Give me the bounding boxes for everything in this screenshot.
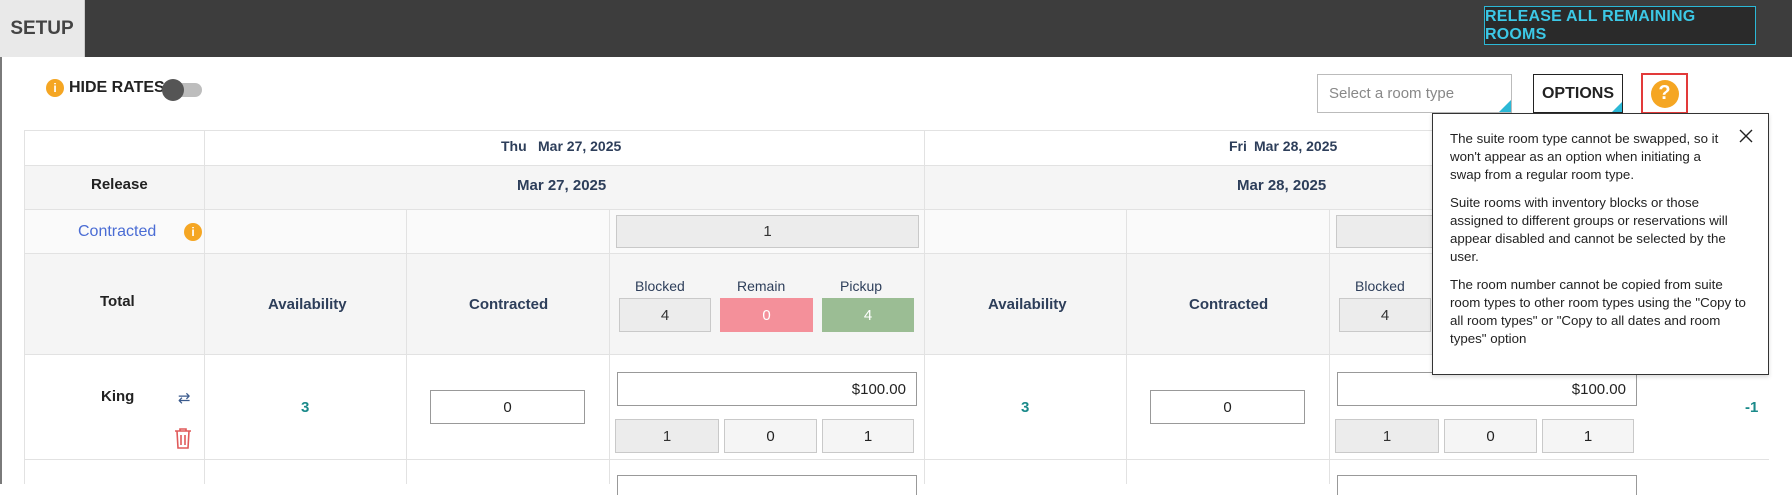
help-button[interactable]: ? [1641,73,1688,114]
next-row-rate-input[interactable] [617,475,917,495]
king-remain: 0 [724,419,817,453]
king-remain: 0 [1444,419,1537,453]
tooltip-paragraph: The suite room type cannot be swapped, s… [1450,131,1719,182]
hide-rates-toggle[interactable] [162,79,202,101]
question-icon: ? [1650,79,1679,108]
next-row-rate-input[interactable] [1337,475,1637,495]
swap-icon[interactable]: ⇄ [178,389,191,407]
king-pickup: 1 [1542,419,1634,453]
left-divider [0,57,2,484]
room-type-label: King [101,388,135,405]
help-tooltip: The suite room type cannot be swapped, s… [1432,113,1769,375]
contracted-header: Contracted [1189,296,1269,313]
availability-header: Availability [268,296,347,313]
king-availability: 3 [301,399,310,416]
room-type-select[interactable]: Select a room type [1317,74,1512,113]
tooltip-paragraph: The room number cannot be copied from su… [1450,277,1746,346]
info-icon[interactable]: i [46,79,64,97]
availability-header: Availability [988,296,1067,313]
blocked-total: 4 [619,298,711,332]
trash-icon[interactable] [172,426,194,450]
blocked-total: 4 [1339,298,1431,332]
room-type-placeholder: Select a room type [1329,85,1455,102]
king-blocked-input[interactable]: 1 [615,419,719,453]
total-row-label: Total [100,293,135,310]
remain-total: 0 [720,298,813,332]
contracted-header: Contracted [469,296,549,313]
king-contracted-input[interactable]: 0 [430,390,585,424]
day-header-weekday: Fri [1229,138,1247,154]
king-contracted-input[interactable]: 0 [1150,390,1305,424]
king-rate-input[interactable]: $100.00 [1337,372,1637,406]
blocked-label: Blocked [635,278,685,294]
release-date: Mar 27, 2025 [517,177,607,194]
pickup-label: Pickup [840,278,883,294]
release-all-remaining-rooms-button[interactable]: RELEASE ALL REMAINING ROOMS [1484,6,1756,45]
release-row-label: Release [91,176,148,193]
king-blocked-input[interactable]: 1 [1335,419,1439,453]
blocked-label: Blocked [1355,278,1405,294]
king-rate-input[interactable]: $100.00 [617,372,917,406]
day-header-date: Mar 28, 2025 [1254,138,1338,154]
next-day-availability: -1 [1745,399,1759,416]
options-button[interactable]: OPTIONS [1533,74,1623,113]
contracted-row-label[interactable]: Contracted [78,223,156,241]
day-header-weekday: Thu [501,138,527,154]
hide-rates-label: HIDE RATES [69,79,165,96]
tab-setup[interactable]: SETUP [0,0,85,57]
remain-label: Remain [737,278,786,294]
day-header-date: Mar 27, 2025 [538,138,622,154]
release-date: Mar 28, 2025 [1237,177,1327,194]
close-icon[interactable] [1738,128,1754,144]
options-label: OPTIONS [1541,84,1614,102]
contracted-total-box: 1 [616,215,919,248]
tooltip-paragraph: Suite rooms with inventory blocks or tho… [1450,195,1728,264]
king-availability: 3 [1021,399,1030,416]
pickup-total: 4 [822,298,914,332]
king-pickup: 1 [822,419,914,453]
hide-rates-control: i HIDE RATES [46,79,165,97]
contracted-info-icon[interactable]: i [184,223,202,241]
